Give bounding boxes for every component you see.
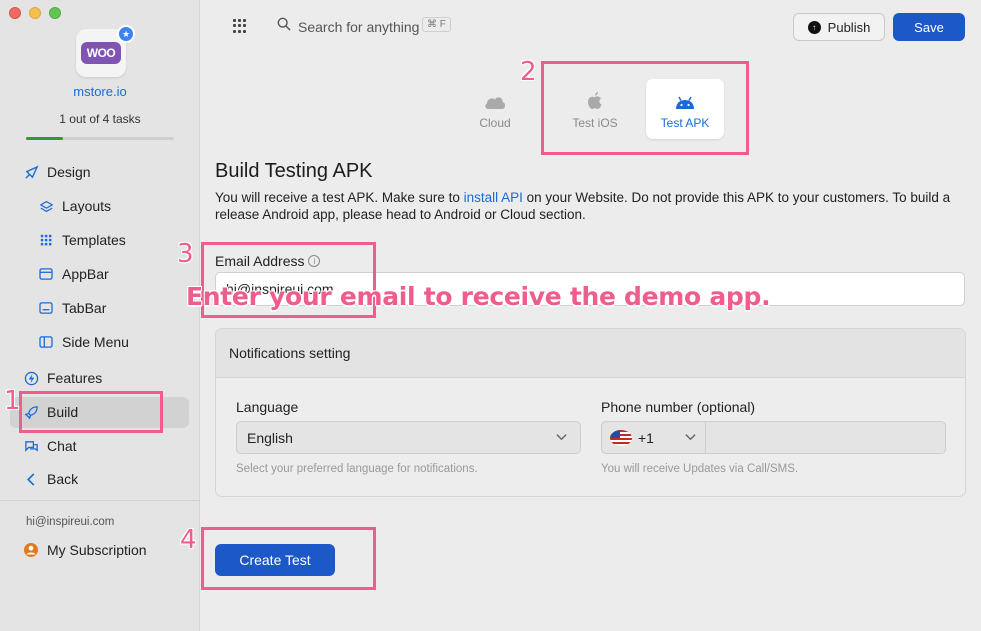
brush-icon	[22, 163, 40, 181]
country-code-value: +1	[638, 429, 654, 446]
us-flag-icon	[610, 429, 632, 446]
sidebar-item-label: AppBar	[62, 266, 109, 282]
sidebar-item-label: Features	[47, 370, 103, 386]
sidebar-item-label: My Subscription	[47, 542, 147, 558]
annotation-box-platform-tabs	[541, 61, 749, 155]
tabbar-icon	[37, 299, 55, 317]
country-code-select[interactable]: +1	[602, 422, 706, 453]
store-name-link[interactable]: mstore.io	[0, 84, 200, 99]
sidebar-item-label: Chat	[47, 438, 77, 454]
chevron-down-icon	[684, 430, 697, 446]
sidebar: WOO ★ mstore.io 1 out of 4 tasks Design …	[0, 0, 200, 631]
chevron-left-icon	[22, 470, 40, 488]
sidebar-item-layouts[interactable]: Layouts	[37, 195, 111, 217]
annotation-box-create-test	[201, 527, 376, 590]
sidebar-item-back[interactable]: Back	[22, 468, 78, 490]
sidebar-item-features[interactable]: Features	[22, 367, 102, 389]
search-icon	[277, 17, 291, 31]
phone-help-text: You will receive Updates via Call/SMS.	[601, 463, 799, 475]
bolt-icon	[22, 369, 40, 387]
annotation-number: 2	[520, 57, 537, 87]
phone-label: Phone number (optional)	[601, 399, 756, 415]
woocommerce-logo-icon: WOO	[80, 42, 122, 64]
sidebar-item-appbar[interactable]: AppBar	[37, 263, 109, 285]
phone-input-group: +1	[601, 421, 946, 454]
task-progress-label: 1 out of 4 tasks	[59, 112, 141, 126]
window-close-button[interactable]	[9, 7, 21, 19]
sidebar-item-subscription[interactable]: My Subscription	[22, 539, 147, 561]
save-button[interactable]: Save	[893, 13, 965, 41]
star-icon: ★	[117, 25, 135, 43]
search-input[interactable]: Search for anything	[298, 19, 419, 35]
tab-cloud[interactable]: Cloud	[456, 79, 534, 139]
sidebar-item-design[interactable]: Design	[22, 161, 91, 183]
language-label: Language	[236, 399, 299, 415]
chevron-down-icon	[555, 430, 568, 446]
publish-button[interactable]: ↑ Publish	[793, 13, 885, 41]
sidebar-item-label: Templates	[62, 232, 126, 248]
user-gear-icon	[22, 541, 40, 559]
window-minimize-button[interactable]	[29, 7, 41, 19]
description-text: You will receive a test APK. Make sure t…	[215, 190, 464, 205]
page-description: You will receive a test APK. Make sure t…	[215, 189, 970, 223]
sidebar-item-label: Back	[47, 471, 79, 487]
sidebar-item-tabbar[interactable]: TabBar	[37, 297, 106, 319]
annotation-number: 1	[4, 386, 21, 416]
sidebar-item-label: Design	[47, 164, 91, 180]
page-title: Build Testing APK	[215, 160, 373, 182]
cloud-icon	[483, 88, 507, 110]
annotation-number: 4	[180, 525, 197, 555]
sidebar-item-label: TabBar	[62, 300, 107, 316]
notifications-header: Notifications setting	[216, 329, 965, 378]
apps-grid-icon[interactable]	[233, 19, 247, 33]
sidebar-item-side-menu[interactable]: Side Menu	[37, 331, 129, 353]
annotation-number: 3	[177, 239, 194, 269]
sidebar-item-chat[interactable]: Chat	[22, 435, 77, 457]
language-value: English	[247, 429, 293, 446]
task-progress-fill	[26, 137, 63, 140]
sidebar-item-label: Layouts	[62, 198, 112, 214]
window-zoom-button[interactable]	[49, 7, 61, 19]
arrow-up-circle-icon: ↑	[807, 20, 821, 34]
annotation-box-build	[19, 391, 163, 433]
annotation-note: Enter your email to receive the demo app…	[186, 282, 771, 311]
chat-bubbles-icon	[22, 437, 40, 455]
appbar-icon	[37, 265, 55, 283]
install-api-link[interactable]: install API	[464, 190, 523, 205]
publish-label: Publish	[827, 19, 871, 35]
tab-label: Cloud	[479, 116, 511, 130]
language-help-text: Select your preferred language for notif…	[236, 463, 478, 475]
grid-dots-icon	[37, 231, 55, 249]
search-shortcut-hint: ⌘ F	[422, 17, 451, 32]
user-email: hi@inspireui.com	[26, 516, 115, 528]
sidebar-item-label: Side Menu	[62, 334, 129, 350]
sidebar-item-templates[interactable]: Templates	[37, 229, 126, 251]
task-progress-bar	[26, 137, 174, 140]
notifications-card: Notifications setting Language English S…	[215, 328, 966, 497]
language-select[interactable]: English	[236, 421, 581, 454]
sidebar-divider	[0, 500, 200, 501]
side-menu-icon	[37, 333, 55, 351]
layers-icon	[37, 197, 55, 215]
